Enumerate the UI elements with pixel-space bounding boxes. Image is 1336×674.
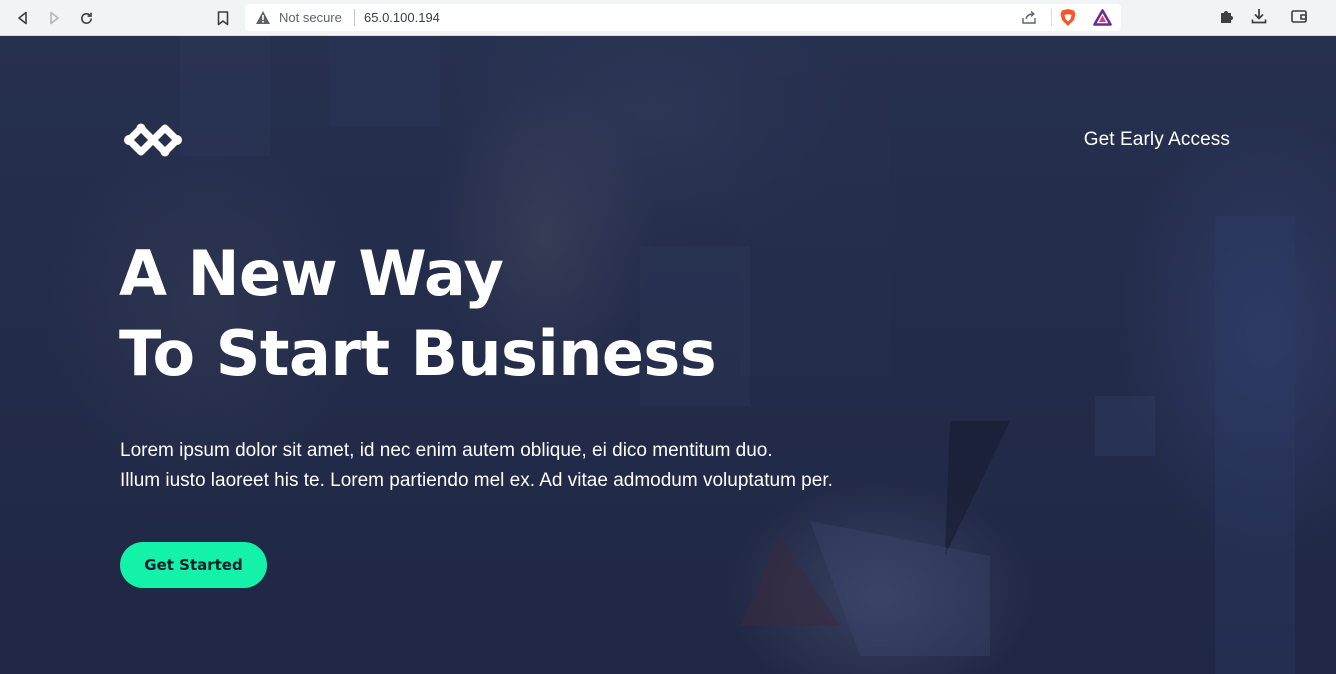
hero-section: Get Early Access A New Way To Start Busi…: [0, 36, 1336, 674]
extensions-icon[interactable]: [1218, 7, 1236, 30]
wallet-icon[interactable]: [1290, 7, 1308, 30]
forward-icon[interactable]: [43, 7, 65, 29]
description-line-1: Lorem ipsum dolor sit amet, id nec enim …: [120, 440, 773, 461]
get-started-button[interactable]: Get Started: [120, 542, 267, 588]
bookmark-icon[interactable]: [212, 7, 234, 29]
url-text[interactable]: 65.0.100.194: [364, 10, 440, 25]
omnibox-divider-right: [1051, 9, 1052, 26]
share-icon[interactable]: [1021, 9, 1037, 30]
hero-headline: A New Way To Start Business: [119, 234, 717, 394]
brave-rewards-icon[interactable]: [1093, 9, 1112, 31]
back-icon[interactable]: [12, 7, 34, 29]
warning-icon[interactable]: [255, 10, 271, 30]
omnibox-divider: [354, 9, 355, 26]
address-bar[interactable]: Not secure 65.0.100.194: [245, 4, 1121, 31]
headline-line-1: A New Way: [119, 237, 504, 310]
hero-description: Lorem ipsum dolor sit amet, id nec enim …: [120, 436, 833, 496]
browser-toolbar: Not secure 65.0.100.194: [0, 0, 1336, 36]
brave-shield-icon[interactable]: [1059, 8, 1077, 32]
description-line-2: Illum iusto laoreet his te. Lorem partie…: [120, 470, 833, 491]
security-label[interactable]: Not secure: [279, 10, 342, 25]
download-icon[interactable]: [1250, 7, 1268, 30]
headline-line-2: To Start Business: [119, 317, 717, 390]
get-early-access-link[interactable]: Get Early Access: [1084, 129, 1230, 151]
reload-icon[interactable]: [75, 7, 97, 29]
logo-mark[interactable]: [121, 120, 187, 165]
